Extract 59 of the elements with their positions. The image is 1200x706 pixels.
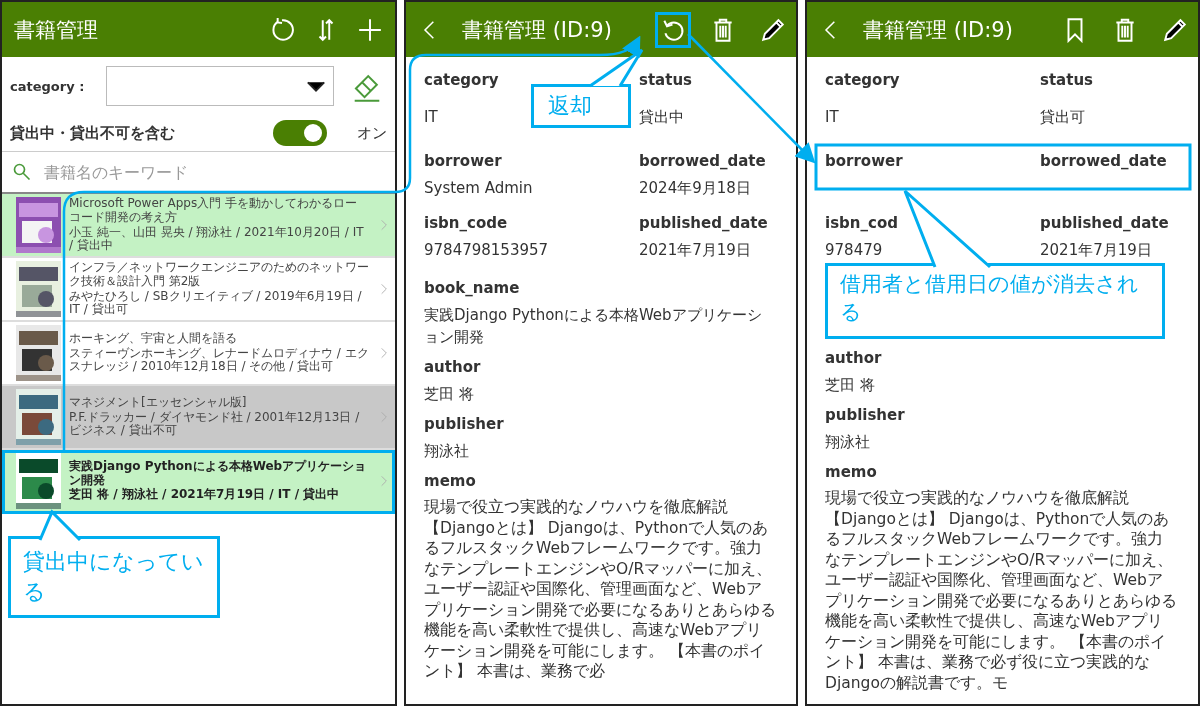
- field-value: 現場で役立つ実践的なノウハウを徹底解説【Djangoとは】 Djangoは、Pythonで人気のあるフルスタックWebフレームワークです。強力なテンプレートエンジンやO/Rマッパーに加え、ユーザー認証や国際化、管理画面など、Webアプリケーション開発で必要になるありとあらゆる機能を高い柔軟性で提供し、高速なWebアプリケーション開発を可能にします。 【本書のポイント】 本書は、業務で必: [424, 497, 776, 682]
- book-details: 小玉 純一、山田 晃央 / 翔泳社 / 2021年10月20日 / IT / 貸出中: [69, 225, 365, 254]
- callout-note: 返却: [531, 84, 631, 128]
- screen-title: 書籍管理 (ID:9): [462, 16, 613, 44]
- field-value: IT: [424, 107, 438, 128]
- field-label: borrowed_date: [639, 151, 766, 172]
- book-details: みやたひろし / SBクリエイティブ / 2019年6月19日 / IT / 貸出可: [69, 289, 363, 318]
- field-label: published_date: [639, 213, 768, 234]
- filter-label: category :: [10, 78, 86, 94]
- field-value: 翔泳社: [424, 441, 469, 462]
- field-value: 芝田 将: [424, 384, 474, 405]
- book-title: インフラ／ネットワークエンジニアのためのネットワーク技術＆設計入門 第2版: [69, 260, 369, 289]
- book-item[interactable]: マネジメント[エッセンシャル版] P.F.ドラッカー / ダイヤモンド社 / 2001年12月13日 / ビジネス / 貸出不可: [2, 386, 395, 450]
- field-label: borrower: [424, 151, 502, 172]
- field-label: author: [424, 357, 481, 378]
- field-value: 貸出中: [639, 107, 684, 128]
- field-label: author: [825, 348, 882, 369]
- field-value: 2021年7月19日: [1040, 240, 1152, 261]
- field-value: 2024年9月18日: [639, 178, 751, 199]
- field-label: published_date: [1040, 213, 1169, 234]
- book-item[interactable]: 実践Django Pythonによる本格Webアプリケーション開発 芝田 将 / 翔泳社 / 2021年7月19日 / IT / 貸出中: [2, 450, 395, 514]
- field-label: borrowed_date: [1040, 151, 1167, 172]
- book-details: 芝田 将 / 翔泳社 / 2021年7月19日 / IT / 貸出中: [69, 488, 341, 503]
- book-details: スティーヴンホーキング、レナードムロディナウ / エクスナレッジ / 2010年12月18日 / その他 / 貸出可: [69, 346, 369, 375]
- field-label: isbn_cod: [825, 213, 898, 234]
- field-value: 現場で役立つ実践的なノウハウを徹底解説【Djangoとは】 Djangoは、Pythonで人気のあるフルスタックWebフレームワークです。強力なテンプレートエンジンやO/Rマッパーに加え、ユーザー認証や国際化、管理画面など、Webアプリケーション開発で必要になるありとあらゆる機能を高い柔軟性で提供し、高速なWebアプリケーション開発を可能にします。 【本書のポイント】 本書は、業務で必ず役に立つ実践的なDjangoの解説書です。モ: [825, 488, 1178, 693]
- screen-title: 書籍管理 (ID:9): [863, 16, 1014, 44]
- book-details: P.F.ドラッカー / ダイヤモンド社 / 2001年12月13日 / ビジネス / 貸出不可: [69, 410, 361, 439]
- field-label: publisher: [424, 414, 504, 435]
- field-value: IT: [825, 107, 839, 128]
- field-value: 978479: [825, 240, 883, 261]
- field-value: 9784798153957: [424, 240, 549, 261]
- search-field[interactable]: 書籍名のキーワード: [42, 161, 346, 183]
- field-label: isbn_code: [424, 213, 508, 234]
- field-label: category: [825, 70, 900, 91]
- toggle-label: 貸出中・貸出不可を含む: [10, 123, 176, 143]
- field-label: category: [424, 70, 499, 91]
- book-title: 実践Django Pythonによる本格Webアプリケーション開発: [69, 459, 368, 487]
- book-title: ホーキング、宇宙と人間を語る: [69, 331, 238, 346]
- book-item[interactable]: Microsoft Power Apps入門 手を動かしてわかるローコード開発の考え方 小玉 純一、山田 晃央 / 翔泳社 / 2021年10月20日 / IT / 貸出中: [2, 194, 395, 258]
- field-value: 実践Django Pythonによる本格Webアプリケーション開発: [424, 305, 763, 348]
- field-value: 翔泳社: [825, 432, 870, 453]
- field-label: memo: [424, 471, 476, 492]
- book-title: マネジメント[エッセンシャル版]: [69, 395, 248, 410]
- book-item[interactable]: ホーキング、宇宙と人間を語る スティーヴンホーキング、レナードムロディナウ / エクスナレッジ / 2010年12月18日 / その他 / 貸出可: [2, 322, 395, 386]
- field-label: borrower: [825, 151, 903, 172]
- field-label: status: [1040, 70, 1093, 91]
- app-title: 書籍管理: [14, 16, 99, 44]
- field-value: 芝田 将: [825, 375, 875, 396]
- field-value: System Admin: [424, 178, 533, 199]
- field-value: 2021年7月19日: [639, 240, 751, 261]
- field-label: status: [639, 70, 692, 91]
- field-label: book_name: [424, 278, 520, 299]
- toggle-state: オン: [357, 123, 387, 143]
- book-item[interactable]: インフラ／ネットワークエンジニアのためのネットワーク技術＆設計入門 第2版 みやたひろし / SBクリエイティブ / 2019年6月19日 / IT / 貸出可: [2, 258, 395, 322]
- book-title: Microsoft Power Apps入門 手を動かしてわかるローコード開発の考え方: [69, 196, 359, 225]
- field-label: memo: [825, 462, 877, 483]
- field-value: 貸出可: [1040, 107, 1085, 128]
- field-label: publisher: [825, 405, 905, 426]
